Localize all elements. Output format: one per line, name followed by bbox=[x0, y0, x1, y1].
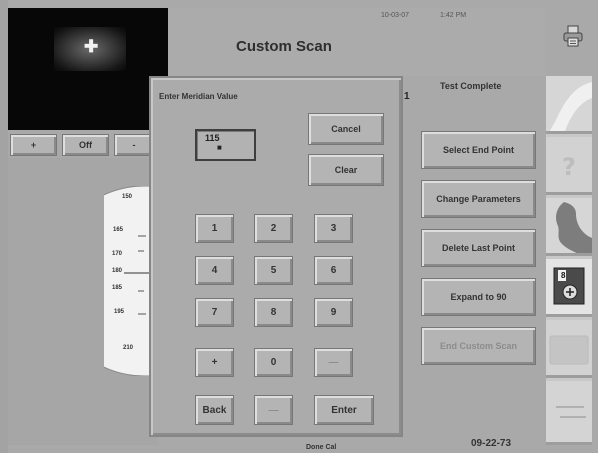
header-bar bbox=[168, 8, 546, 76]
tick-label: 165 bbox=[113, 227, 124, 233]
status-text: Test Complete bbox=[440, 81, 502, 91]
eye-diagram-icon[interactable] bbox=[546, 76, 592, 134]
crosshair-icon: ✚ bbox=[84, 37, 99, 56]
delete-last-point-button[interactable]: Delete Last Point bbox=[421, 229, 536, 267]
dialog-title: Enter Meridian Value bbox=[159, 92, 238, 101]
page-title: Custom Scan bbox=[236, 38, 332, 55]
tick-label: 150 bbox=[122, 194, 133, 200]
key-2[interactable]: 2 bbox=[254, 214, 293, 243]
tick-label: 170 bbox=[112, 251, 123, 257]
side-panel: ? 8 bbox=[546, 76, 592, 445]
tick-label: 180 bbox=[112, 268, 123, 274]
folder-icon[interactable] bbox=[546, 320, 592, 378]
key-7[interactable]: 7 bbox=[195, 298, 234, 327]
end-custom-scan-button: End Custom Scan bbox=[421, 327, 536, 365]
date-display: 10-03-07 bbox=[381, 12, 410, 19]
enter-button[interactable]: Enter bbox=[314, 395, 374, 425]
key-3[interactable]: 3 bbox=[314, 214, 353, 243]
tick-label: 210 bbox=[123, 345, 134, 351]
key-4[interactable]: 4 bbox=[195, 256, 234, 285]
select-end-point-button[interactable]: Select End Point bbox=[421, 131, 536, 169]
help-icon[interactable]: ? bbox=[546, 137, 592, 195]
key-0[interactable]: 0 bbox=[254, 348, 293, 377]
key-plus[interactable]: + bbox=[195, 348, 234, 377]
key-6[interactable]: 6 bbox=[314, 256, 353, 285]
back-button[interactable]: Back bbox=[195, 395, 234, 425]
blank-button: — bbox=[254, 395, 293, 425]
key-8[interactable]: 8 bbox=[254, 298, 293, 327]
svg-text:?: ? bbox=[562, 153, 576, 181]
meridian-value: 115 bbox=[205, 133, 220, 143]
key-9[interactable]: 9 bbox=[314, 298, 353, 327]
head-profile-icon[interactable] bbox=[546, 198, 592, 256]
save-number: 8 bbox=[561, 271, 566, 280]
clear-button[interactable]: Clear bbox=[308, 154, 384, 186]
save-disk-icon[interactable] bbox=[546, 259, 592, 317]
key-5[interactable]: 5 bbox=[254, 256, 293, 285]
key-1[interactable]: 1 bbox=[195, 214, 234, 243]
left-border bbox=[0, 0, 8, 453]
expand-to-90-button[interactable]: Expand to 90 bbox=[421, 278, 536, 316]
status-mark: 1 bbox=[404, 91, 410, 102]
patient-info-icon[interactable] bbox=[546, 381, 592, 445]
footer-text: Done Cal bbox=[306, 444, 337, 451]
tick-label: 185 bbox=[112, 285, 123, 291]
off-button[interactable]: Off bbox=[62, 134, 109, 156]
decrease-button[interactable]: - bbox=[114, 134, 154, 156]
text-cursor: ■ bbox=[217, 143, 222, 152]
patient-dob: 09-22-73 bbox=[471, 438, 512, 449]
cancel-button[interactable]: Cancel bbox=[308, 113, 384, 145]
change-parameters-button[interactable]: Change Parameters bbox=[421, 180, 536, 218]
tick-label: 195 bbox=[114, 309, 125, 315]
increase-button[interactable]: + bbox=[10, 134, 57, 156]
camera-view: ✚ bbox=[8, 8, 168, 130]
key-minus: — bbox=[314, 348, 353, 377]
meridian-value-field[interactable]: 115 ■ bbox=[195, 129, 256, 161]
printer-icon[interactable] bbox=[563, 25, 583, 47]
time-display: 1:42 PM bbox=[440, 12, 467, 19]
